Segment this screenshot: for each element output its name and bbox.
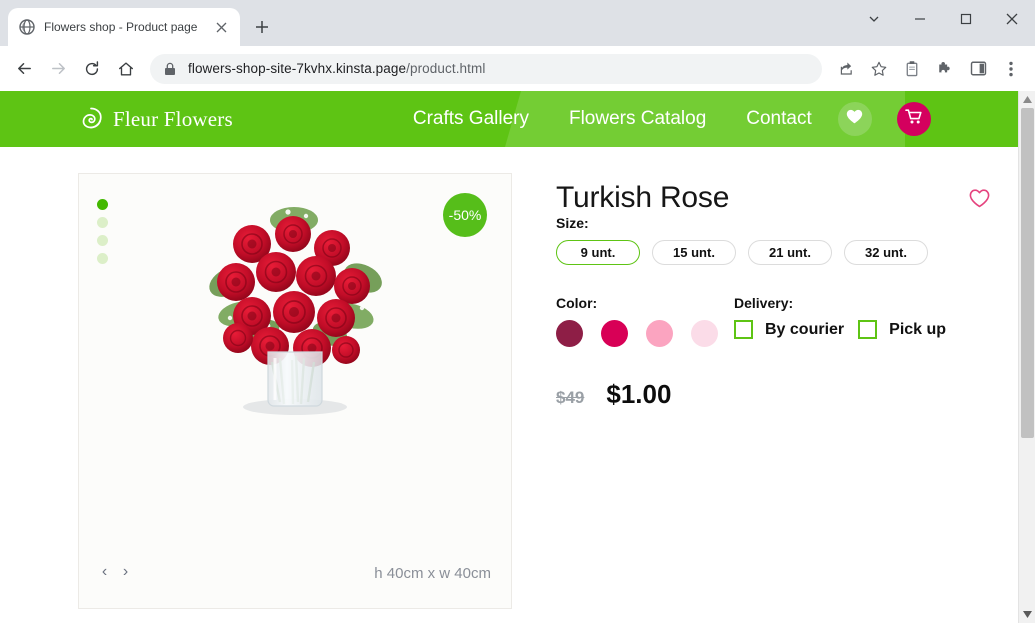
product-section: -50% [0,147,1018,609]
product-title-row: Turkish Rose [556,181,1018,215]
gallery-next-icon[interactable]: › [118,562,133,582]
rose-logo-icon [78,106,104,132]
color-swatches [556,320,734,347]
browser-window: Flowers shop - Product page [0,0,1035,623]
gallery-prev-icon[interactable]: ‹ [97,562,112,582]
page-viewport: Fleur Flowers Crafts Gallery Flowers Cat… [0,91,1035,623]
maximize-icon[interactable] [943,0,989,38]
gallery-dot[interactable] [97,199,108,210]
size-option-21[interactable]: 21 unt. [748,240,832,265]
site-header: Fleur Flowers Crafts Gallery Flowers Cat… [0,91,1018,147]
gallery-dot[interactable] [97,253,108,264]
product-gallery: -50% [78,173,512,609]
chevron-down-icon[interactable] [851,0,897,38]
url-host: flowers-shop-site-7kvhx.kinsta.page [188,61,406,76]
forward-arrow-icon[interactable] [42,53,74,85]
old-price: $49 [556,388,584,408]
tab-close-icon[interactable] [213,19,230,36]
gallery-arrows: ‹ › [97,562,133,582]
shopping-cart-icon [905,108,923,130]
nav-item-flowers-catalog[interactable]: Flowers Catalog [569,108,706,130]
color-section: Color: [556,295,734,347]
side-panel-icon[interactable] [962,53,994,85]
back-arrow-icon[interactable] [8,53,40,85]
gallery-dot-indicators [97,199,108,264]
delivery-option-pick-up[interactable]: Pick up [858,320,946,339]
clipboard-icon[interactable] [896,53,928,85]
delivery-option-by-courier[interactable]: By courier [734,320,844,339]
delivery-label: Delivery: [734,295,946,311]
browser-tab[interactable]: Flowers shop - Product page [8,8,240,46]
product-image [180,190,410,455]
new-tab-button[interactable] [248,13,276,41]
window-controls [851,0,1035,38]
nav-item-contact[interactable]: Contact [746,108,811,130]
product-dimensions: h 40cm x w 40cm [374,565,491,582]
heart-outline-icon[interactable] [969,189,990,213]
three-dot-menu-icon[interactable] [995,53,1027,85]
favorites-button[interactable] [838,102,872,136]
delivery-options: By courier Pick up [734,320,946,339]
color-swatch-crimson[interactable] [601,320,628,347]
scrollbar-up-arrow[interactable] [1019,91,1035,108]
checkbox-by-courier[interactable] [734,320,753,339]
checkbox-pick-up[interactable] [858,320,877,339]
brand[interactable]: Fleur Flowers [78,106,233,132]
price-row: $49 $1.00 [556,379,1018,410]
page-title: Turkish Rose [556,181,729,215]
tab-strip: Flowers shop - Product page [0,0,1035,46]
address-bar-text: flowers-shop-site-7kvhx.kinsta.page/prod… [188,61,485,76]
heart-icon [846,109,863,129]
url-path: /product.html [406,61,485,76]
color-swatch-dark-wine[interactable] [556,320,583,347]
reload-icon[interactable] [76,53,108,85]
size-options: 9 unt. 15 unt. 21 unt. 32 unt. [556,240,1018,265]
scrollbar-down-arrow[interactable] [1019,606,1035,623]
current-price: $1.00 [606,379,671,410]
brand-name: Fleur Flowers [113,107,233,132]
discount-badge: -50% [443,193,487,237]
delivery-option-label: Pick up [889,321,946,339]
page-scrollbar[interactable] [1018,91,1035,623]
site-nav: Crafts Gallery Flowers Catalog Contact [413,108,812,130]
web-page: Fleur Flowers Crafts Gallery Flowers Cat… [0,91,1018,623]
share-icon[interactable] [830,53,862,85]
scrollbar-track[interactable] [1019,108,1035,606]
color-swatch-light-pink[interactable] [691,320,718,347]
size-option-32[interactable]: 32 unt. [844,240,928,265]
size-label: Size: [556,215,1018,231]
browser-toolbar: flowers-shop-site-7kvhx.kinsta.page/prod… [0,46,1035,91]
puzzle-icon[interactable] [929,53,961,85]
toolbar-actions [830,53,1027,85]
address-bar[interactable]: flowers-shop-site-7kvhx.kinsta.page/prod… [150,54,822,84]
lock-icon [164,62,178,76]
size-option-9[interactable]: 9 unt. [556,240,640,265]
gallery-dot[interactable] [97,217,108,228]
color-and-delivery-row: Color: Delivery: [556,295,1018,347]
delivery-section: Delivery: By courier Pick up [734,295,946,347]
star-icon[interactable] [863,53,895,85]
product-details: Turkish Rose Size: 9 unt. 15 unt. 21 unt… [512,173,1018,609]
home-icon[interactable] [110,53,142,85]
delivery-option-label: By courier [765,321,844,339]
scrollbar-thumb[interactable] [1021,108,1034,438]
gallery-dot[interactable] [97,235,108,246]
tab-title: Flowers shop - Product page [44,20,204,34]
close-icon[interactable] [989,0,1035,38]
nav-item-crafts-gallery[interactable]: Crafts Gallery [413,108,529,130]
minimize-icon[interactable] [897,0,943,38]
color-swatch-pink[interactable] [646,320,673,347]
color-label: Color: [556,295,734,311]
globe-icon [18,19,35,36]
size-option-15[interactable]: 15 unt. [652,240,736,265]
cart-button[interactable] [897,102,931,136]
